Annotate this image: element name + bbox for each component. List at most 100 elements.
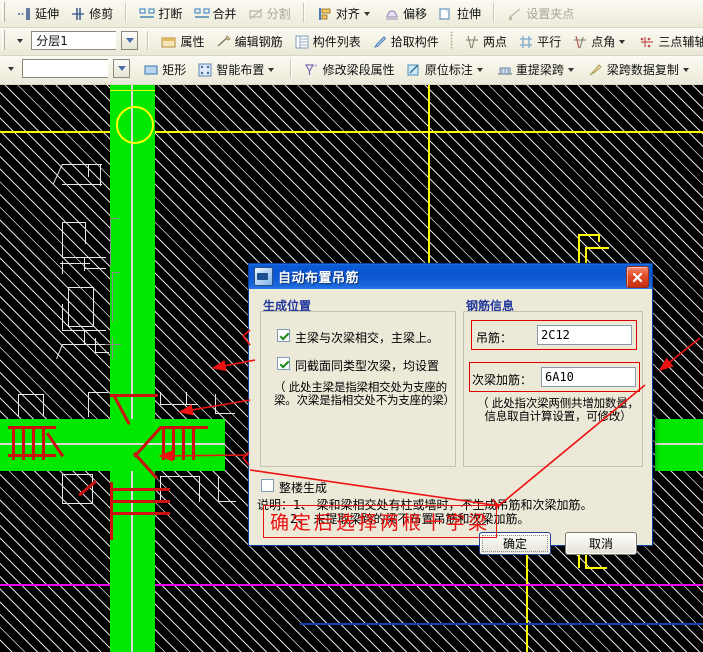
selection-line-blue [300, 623, 703, 625]
copy-span-data-icon [588, 62, 604, 78]
close-icon[interactable] [626, 266, 649, 288]
rebar-top-bar [110, 394, 158, 397]
checkbox-same-section-row[interactable]: 同截面同类型次梁，均设置 [277, 357, 452, 374]
toolbar-component-list-button[interactable]: 构件列表 [291, 30, 364, 53]
callout-line [18, 394, 19, 416]
dimension-tick [598, 234, 600, 242]
toolbar-three-point-axis-button[interactable]: 三点辅轴 [636, 30, 703, 53]
toolbar-split-button[interactable]: 分割 [245, 2, 294, 25]
toolbar-align-button[interactable]: 对齐 [314, 2, 376, 25]
toolbar-in-situ-annotation-button[interactable]: 原位标注 [403, 58, 489, 81]
rebar-gray-line [112, 337, 113, 359]
callout-line [62, 164, 102, 165]
toolbar-copy-span-data-button[interactable]: 梁跨数据复制 [585, 58, 695, 81]
callout-line [84, 268, 106, 269]
toolbar-stretch-button[interactable]: 拉伸 [435, 2, 484, 25]
toolbar-row-component: 分层1 属性 编辑钢筋 构件列表 拾取构件 [0, 28, 703, 56]
toolbar-point-angle-button[interactable]: 点角 [569, 30, 631, 53]
callout-line [62, 344, 106, 345]
callout-line [160, 476, 200, 477]
toolbar-offset-label: 偏移 [403, 5, 427, 22]
callout-line [215, 394, 216, 414]
toolbar-gripper[interactable] [2, 2, 6, 22]
toolbar-smart-layout-label: 智能布置 [216, 61, 264, 78]
dimension-tick [585, 247, 609, 249]
toolbar-pick-component-label: 拾取构件 [391, 33, 439, 50]
toolbar-gripper[interactable] [2, 30, 6, 50]
rebar-gray-line [105, 344, 121, 345]
grip-point-icon [507, 6, 523, 22]
toolbar-edit-rebar-button[interactable]: 编辑钢筋 [213, 30, 286, 53]
chevron-down-icon[interactable] [568, 68, 574, 72]
layer-combo-dropdown-button[interactable] [121, 31, 138, 50]
callout-line [93, 287, 94, 327]
callout-line [160, 404, 198, 405]
toolbar-re-extract-span-button[interactable]: 重提梁跨 [494, 58, 580, 81]
toolbar-three-point-axis-label: 三点辅轴 [658, 33, 703, 50]
cancel-button[interactable]: 取消 [565, 532, 637, 555]
toolbar-in-situ-annotation-label: 原位标注 [425, 61, 473, 78]
callout-line [62, 304, 63, 330]
rebar-stirrup [12, 426, 15, 460]
toolbar-row-edit: 延伸 修剪 打断 合并 分割 [0, 0, 703, 28]
cancel-button-label: 取消 [589, 535, 613, 552]
rebar-gray-line [110, 218, 118, 219]
toolbar-extend-button[interactable]: 延伸 [13, 2, 62, 25]
checkbox-main-secondary-beam[interactable] [277, 329, 290, 342]
toolbar-parallel-button[interactable]: 平行 [515, 30, 564, 53]
toolbar-edit-beam-segment-button[interactable]: 修改梁段属性 [301, 58, 398, 81]
extend-icon [16, 6, 32, 22]
toolbar-offset-button[interactable]: 偏移 [381, 2, 430, 25]
toolbar-break-button[interactable]: 打断 [136, 2, 185, 25]
parallel-icon [518, 34, 534, 50]
toolbar-rectangle-label: 矩形 [162, 61, 186, 78]
hanger-rebar-label: 吊筋： [476, 329, 512, 346]
toolbar-edit-beam-segment-label: 修改梁段属性 [323, 61, 395, 78]
chevron-down-icon[interactable] [268, 68, 274, 72]
callout-line [68, 287, 94, 288]
chevron-down-icon[interactable] [683, 68, 689, 72]
toolbar-merge-button[interactable]: 合并 [191, 2, 240, 25]
chevron-down-icon[interactable] [619, 40, 625, 44]
offset-icon [384, 6, 400, 22]
toolbar-break-label: 打断 [158, 5, 182, 22]
chevron-down-icon[interactable] [17, 39, 23, 43]
dialog-title: 自动布置吊筋 [278, 267, 359, 286]
chevron-down-icon[interactable] [8, 67, 14, 71]
chevron-down-icon[interactable] [477, 68, 483, 72]
callout-line [95, 338, 96, 352]
layer-combo-value[interactable]: 分层1 [31, 31, 116, 50]
toolbar-separator [290, 59, 292, 78]
toolbar-two-point-button[interactable]: 两点 [461, 30, 510, 53]
toolbar-set-grip-button[interactable]: 设置夹点 [504, 2, 577, 25]
toolbar-smart-layout-button[interactable]: 智能布置 [194, 58, 280, 81]
toolbar-separator [450, 31, 453, 50]
toolbar-row-beam: 矩形 智能布置 修改梁段属性 原位标注 [0, 56, 703, 85]
rebar-stirrup [32, 426, 35, 460]
beam-type-combo-dropdown-button[interactable] [113, 59, 130, 78]
checkbox-whole-floor[interactable] [261, 479, 274, 492]
app-icon [254, 267, 273, 286]
chevron-down-icon[interactable] [364, 12, 370, 16]
beam-horizontal-right[interactable] [655, 419, 703, 471]
callout-line [62, 474, 92, 475]
rebar-lower-bar [110, 488, 170, 491]
checkbox-whole-floor-row[interactable]: 整楼生成 [261, 479, 327, 496]
toolbar-rectangle-button[interactable]: 矩形 [140, 58, 189, 81]
checkbox-main-secondary-beam-row[interactable]: 主梁与次梁相交，主梁上。 [277, 329, 447, 346]
auto-hanger-rebar-dialog[interactable]: 自动布置吊筋 生成位置 主梁与次梁相交，主梁上。 同截面同类型次梁，均设置 （ … [248, 263, 653, 546]
rebar-gray-line [112, 272, 120, 273]
callout-line [84, 330, 85, 344]
pick-component-icon [372, 34, 388, 50]
hanger-rebar-input[interactable]: 2C12 [537, 325, 632, 345]
toolbar-pick-component-button[interactable]: 拾取构件 [369, 30, 442, 53]
toolbar-trim-button[interactable]: 修剪 [67, 2, 116, 25]
callout-line [62, 503, 92, 504]
checkbox-same-section[interactable] [277, 357, 290, 370]
rebar-lower-bar [110, 512, 170, 515]
secondary-beam-rebar-input[interactable]: 6A10 [541, 367, 636, 387]
toolbar-properties-button[interactable]: 属性 [158, 30, 207, 53]
dialog-title-bar[interactable]: 自动布置吊筋 [249, 264, 652, 289]
rebar-gray-line [110, 218, 111, 266]
beam-type-combo-value[interactable] [22, 59, 108, 78]
